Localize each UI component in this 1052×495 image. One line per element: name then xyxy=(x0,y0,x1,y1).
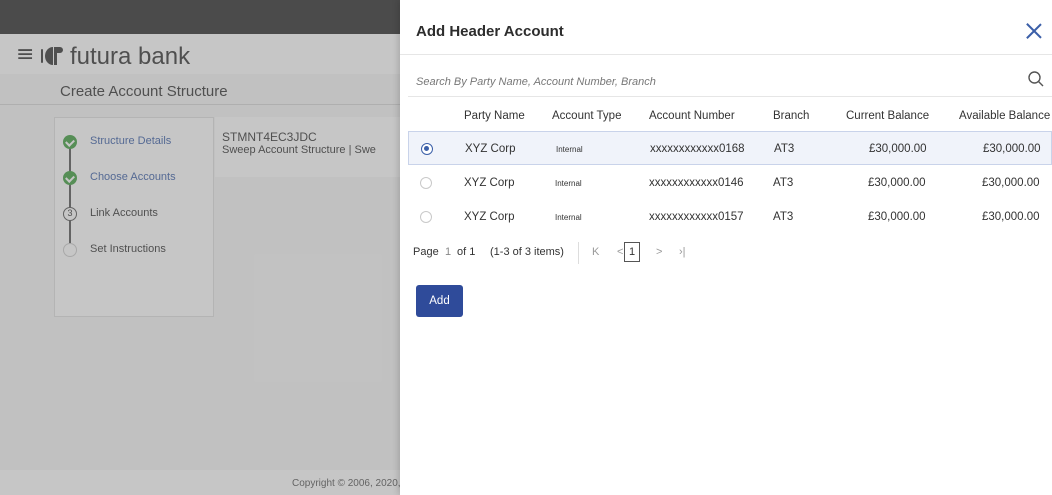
available-balance: £30,000.00 xyxy=(982,211,1040,223)
column-header-account-type: Account Type xyxy=(552,110,622,122)
table-row[interactable]: XYZ Corp Internal xxxxxxxxxxxx0168 AT3 £… xyxy=(408,131,1052,165)
column-header-account-number: Account Number xyxy=(649,110,735,122)
available-balance: £30,000.00 xyxy=(983,143,1041,155)
page-number[interactable]: 1 xyxy=(445,246,451,258)
column-header-current-balance: Current Balance xyxy=(846,110,930,122)
available-balance: £30,000.00 xyxy=(982,177,1040,189)
account-number: xxxxxxxxxxxx0157 xyxy=(649,211,744,223)
current-balance: £30,000.00 xyxy=(868,211,926,223)
current-balance: £30,000.00 xyxy=(869,143,927,155)
panel-title: Add Header Account xyxy=(416,23,564,40)
prev-page-icon[interactable]: < xyxy=(617,246,623,258)
first-page-icon[interactable]: K xyxy=(592,246,599,258)
page-label: Page xyxy=(413,246,439,258)
add-button[interactable]: Add xyxy=(416,285,463,317)
search-input[interactable] xyxy=(416,72,1016,92)
column-header-branch: Branch xyxy=(773,110,810,122)
table-row[interactable]: XYZ Corp Internal xxxxxxxxxxxx0157 AT3 £… xyxy=(408,200,1052,234)
party-name: XYZ Corp xyxy=(464,211,515,223)
current-balance: £30,000.00 xyxy=(868,177,926,189)
divider xyxy=(578,242,579,264)
branch: AT3 xyxy=(773,211,794,223)
divider xyxy=(400,54,1052,55)
account-type: Internal xyxy=(556,145,583,154)
close-icon[interactable] xyxy=(1024,21,1044,41)
current-page-button[interactable]: 1 xyxy=(624,242,640,262)
branch: AT3 xyxy=(774,143,795,155)
page-total: of 1 xyxy=(457,246,476,258)
column-header-available-balance: Available Balance xyxy=(959,110,1051,122)
table-row[interactable]: XYZ Corp Internal xxxxxxxxxxxx0146 AT3 £… xyxy=(408,166,1052,200)
add-header-account-panel: Add Header Account Party Name Account Ty… xyxy=(400,0,1052,495)
divider xyxy=(408,96,1052,97)
last-page-icon[interactable]: ›| xyxy=(679,246,686,258)
account-type: Internal xyxy=(555,179,582,188)
account-number: xxxxxxxxxxxx0146 xyxy=(649,177,744,189)
account-number: xxxxxxxxxxxx0168 xyxy=(650,143,745,155)
next-page-icon[interactable]: > xyxy=(656,246,662,258)
account-type: Internal xyxy=(555,213,582,222)
row-radio[interactable] xyxy=(420,177,432,189)
row-radio[interactable] xyxy=(421,143,433,155)
search-icon[interactable] xyxy=(1027,70,1045,88)
column-header-party-name: Party Name xyxy=(464,110,525,122)
party-name: XYZ Corp xyxy=(465,143,516,155)
branch: AT3 xyxy=(773,177,794,189)
items-count: (1-3 of 3 items) xyxy=(490,246,564,258)
row-radio[interactable] xyxy=(420,211,432,223)
party-name: XYZ Corp xyxy=(464,177,515,189)
